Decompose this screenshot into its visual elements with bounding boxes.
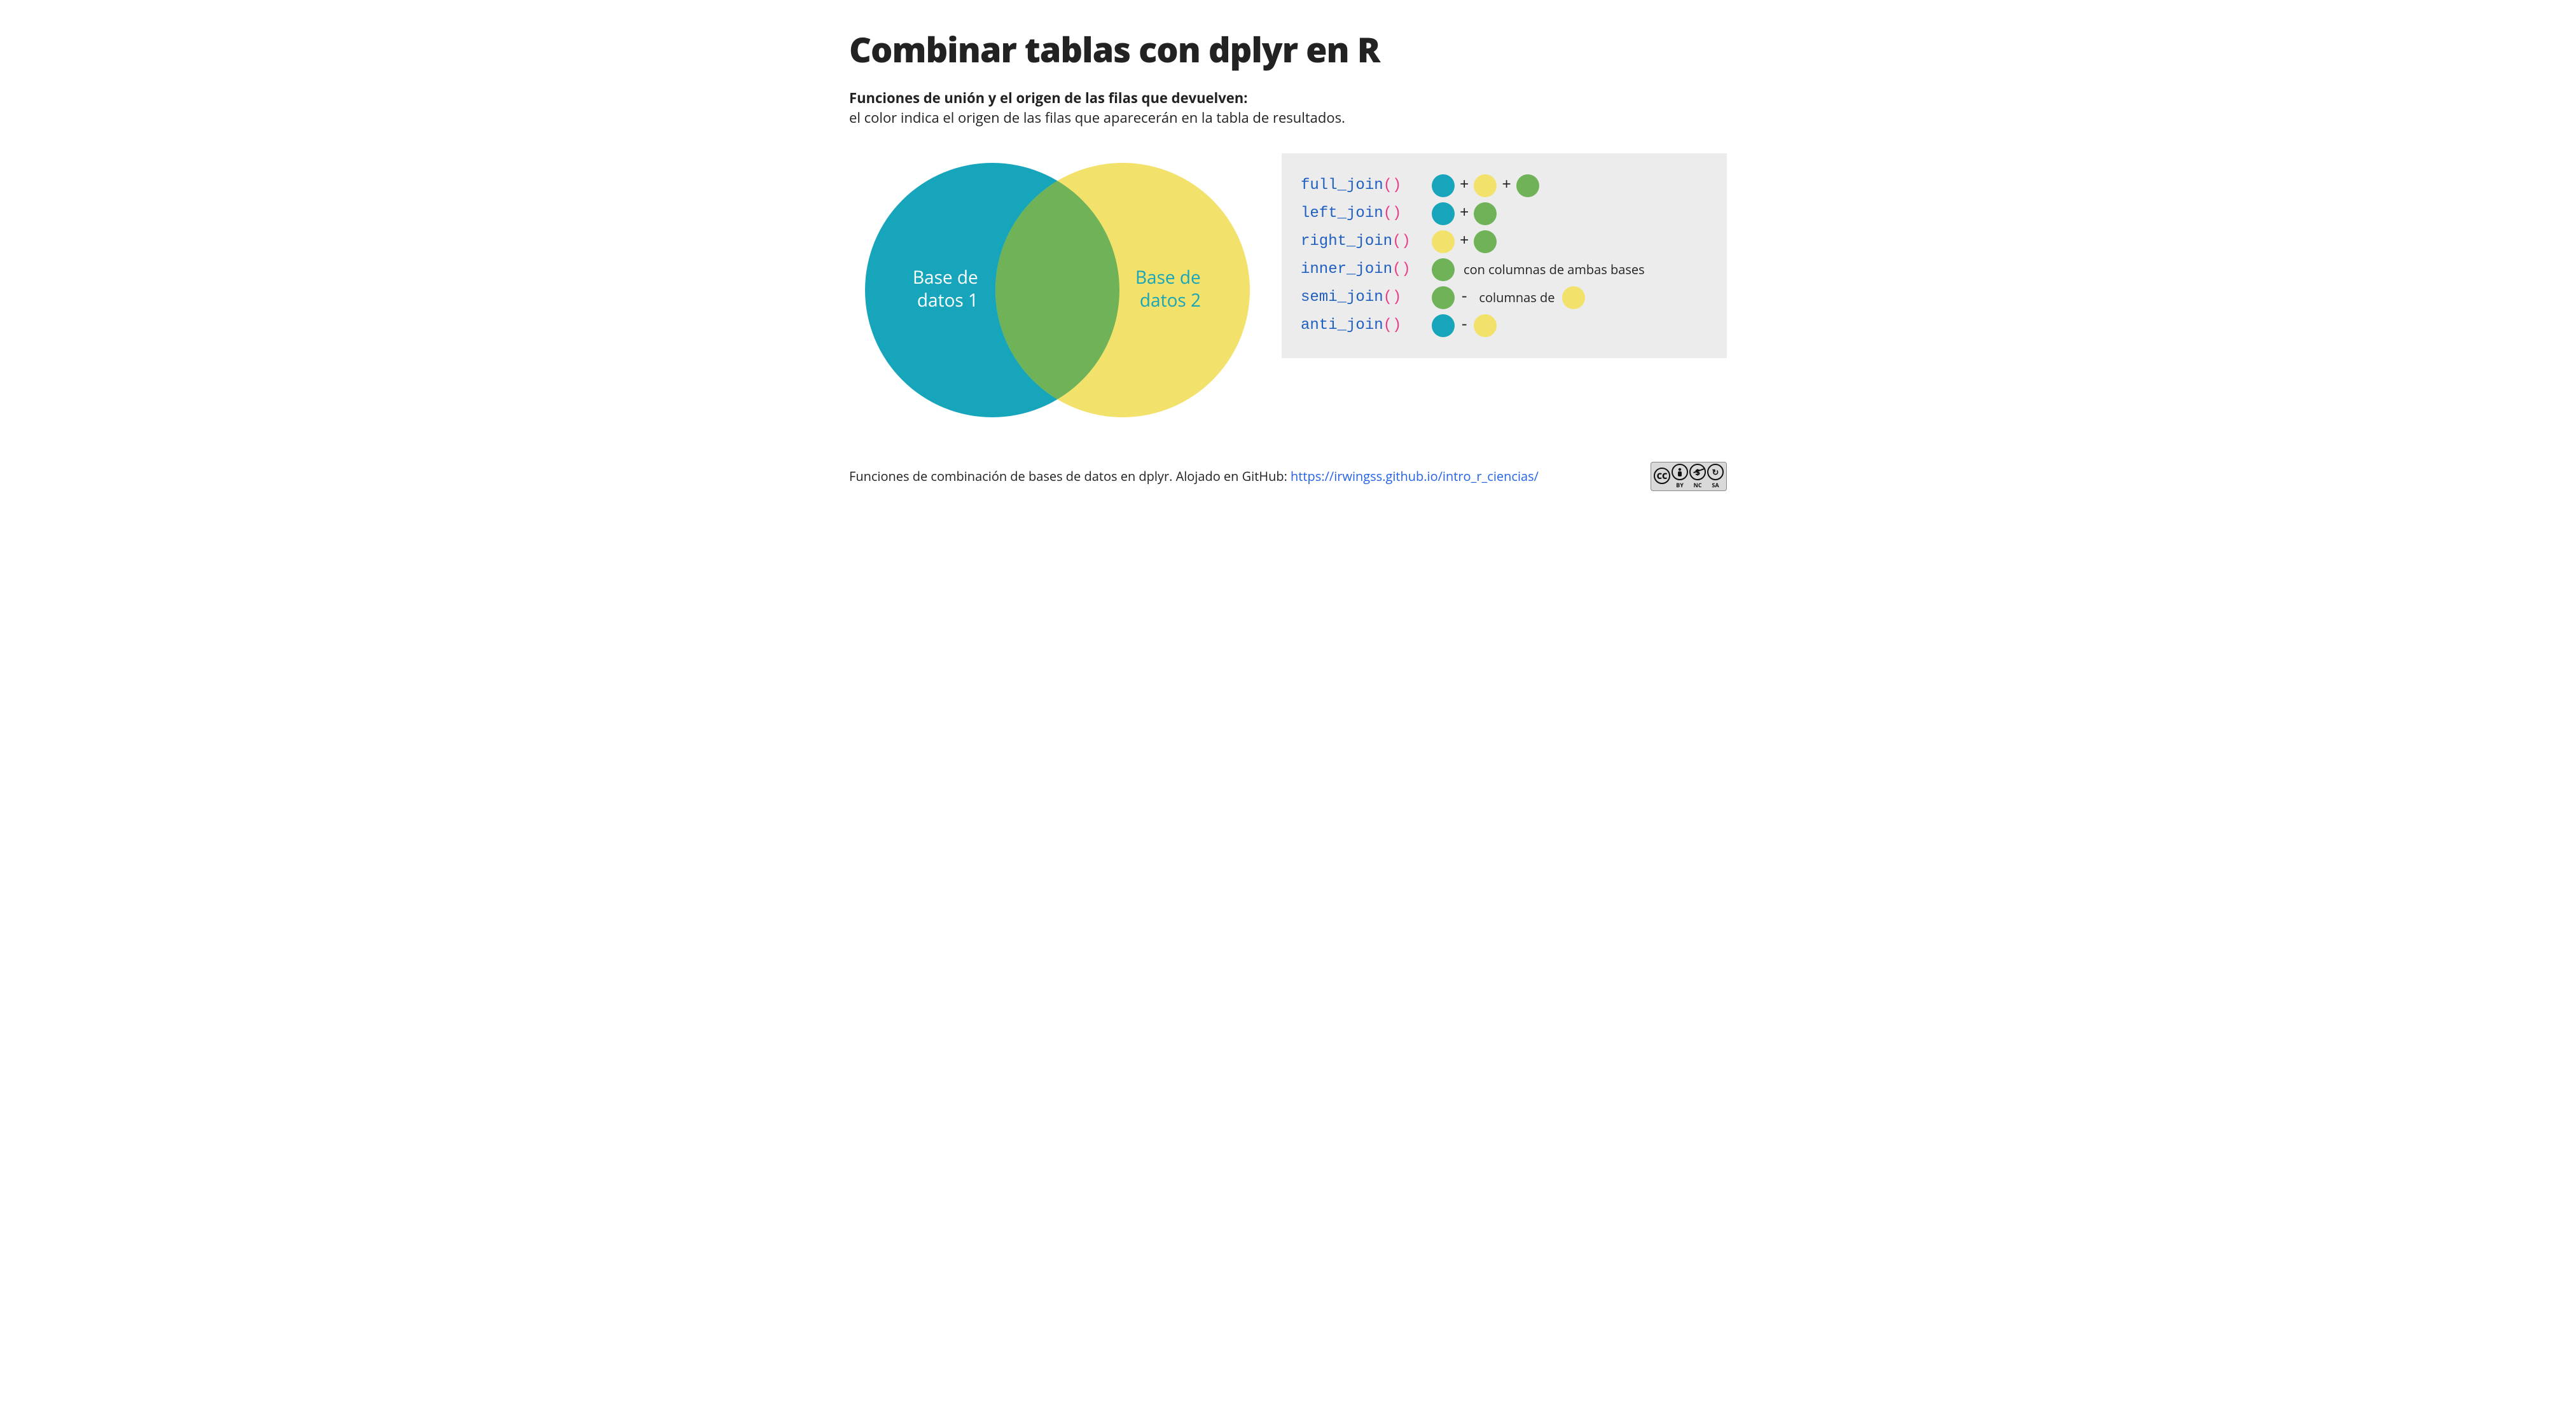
plus-symbol: + <box>1460 177 1469 194</box>
teal-dot-icon <box>1432 174 1455 197</box>
yellow-dot-icon <box>1474 174 1497 197</box>
cc-nc-icon: $NC <box>1689 464 1706 489</box>
legend-row-inner-join: inner_join() con columnas de ambas bases <box>1301 258 1708 281</box>
legend-row-semi-join: semi_join() -columnas de <box>1301 286 1708 309</box>
legend-row-right-join: right_join() + <box>1301 230 1708 253</box>
venn-label-2: Base de datos 2 <box>1135 265 1205 312</box>
legend-panel: full_join() + + left_join() + right_join() + in… <box>1282 153 1727 358</box>
legend-row-anti-join: anti_join() - <box>1301 314 1708 337</box>
footer-text: Funciones de combinación de bases de dat… <box>849 468 1539 485</box>
footer: Funciones de combinación de bases de dat… <box>849 462 1727 491</box>
yellow-dot-icon <box>1474 314 1497 337</box>
cc-cc-icon: CC <box>1654 468 1670 485</box>
plus-symbol: + <box>1460 205 1469 222</box>
green-dot-icon <box>1432 258 1455 281</box>
green-dot-icon <box>1516 174 1539 197</box>
cc-sa-icon: ↻SA <box>1707 464 1724 489</box>
green-dot-icon <box>1432 286 1455 309</box>
legend-note: con columnas de ambas bases <box>1464 261 1645 278</box>
fn-label: semi_join() <box>1301 289 1428 306</box>
legend-note: columnas de <box>1479 289 1555 306</box>
plus-symbol: + <box>1502 177 1511 194</box>
subtitle-bold: Funciones de unión y el origen de las fi… <box>849 88 1727 108</box>
fn-label: full_join() <box>1301 177 1428 194</box>
venn-label-1: Base de datos 1 <box>913 265 983 312</box>
venn-diagram: Base de datos 1 Base de datos 2 <box>849 153 1256 430</box>
subtitle-rest: el color indica el origen de las filas q… <box>849 108 1727 128</box>
page-title: Combinar tablas con dplyr en R <box>849 25 1727 73</box>
yellow-dot-icon <box>1562 286 1585 309</box>
cc-by-icon: BY <box>1672 464 1688 489</box>
fn-label: inner_join() <box>1301 261 1428 278</box>
fn-label: right_join() <box>1301 233 1428 250</box>
plus-symbol: + <box>1460 233 1469 250</box>
legend-row-left-join: left_join() + <box>1301 202 1708 225</box>
green-dot-icon <box>1474 230 1497 253</box>
yellow-dot-icon <box>1432 230 1455 253</box>
legend-row-full-join: full_join() + + <box>1301 174 1708 197</box>
cc-license-badge: CCBY$NC↻SA <box>1651 462 1727 491</box>
minus-symbol: - <box>1460 317 1469 334</box>
content-row: Base de datos 1 Base de datos 2 full_joi… <box>849 153 1727 430</box>
teal-dot-icon <box>1432 202 1455 225</box>
minus-symbol: - <box>1460 289 1469 306</box>
teal-dot-icon <box>1432 314 1455 337</box>
footer-link[interactable]: https://irwingss.github.io/intro_r_cienc… <box>1291 468 1539 485</box>
fn-label: left_join() <box>1301 205 1428 222</box>
green-dot-icon <box>1474 202 1497 225</box>
fn-label: anti_join() <box>1301 317 1428 334</box>
